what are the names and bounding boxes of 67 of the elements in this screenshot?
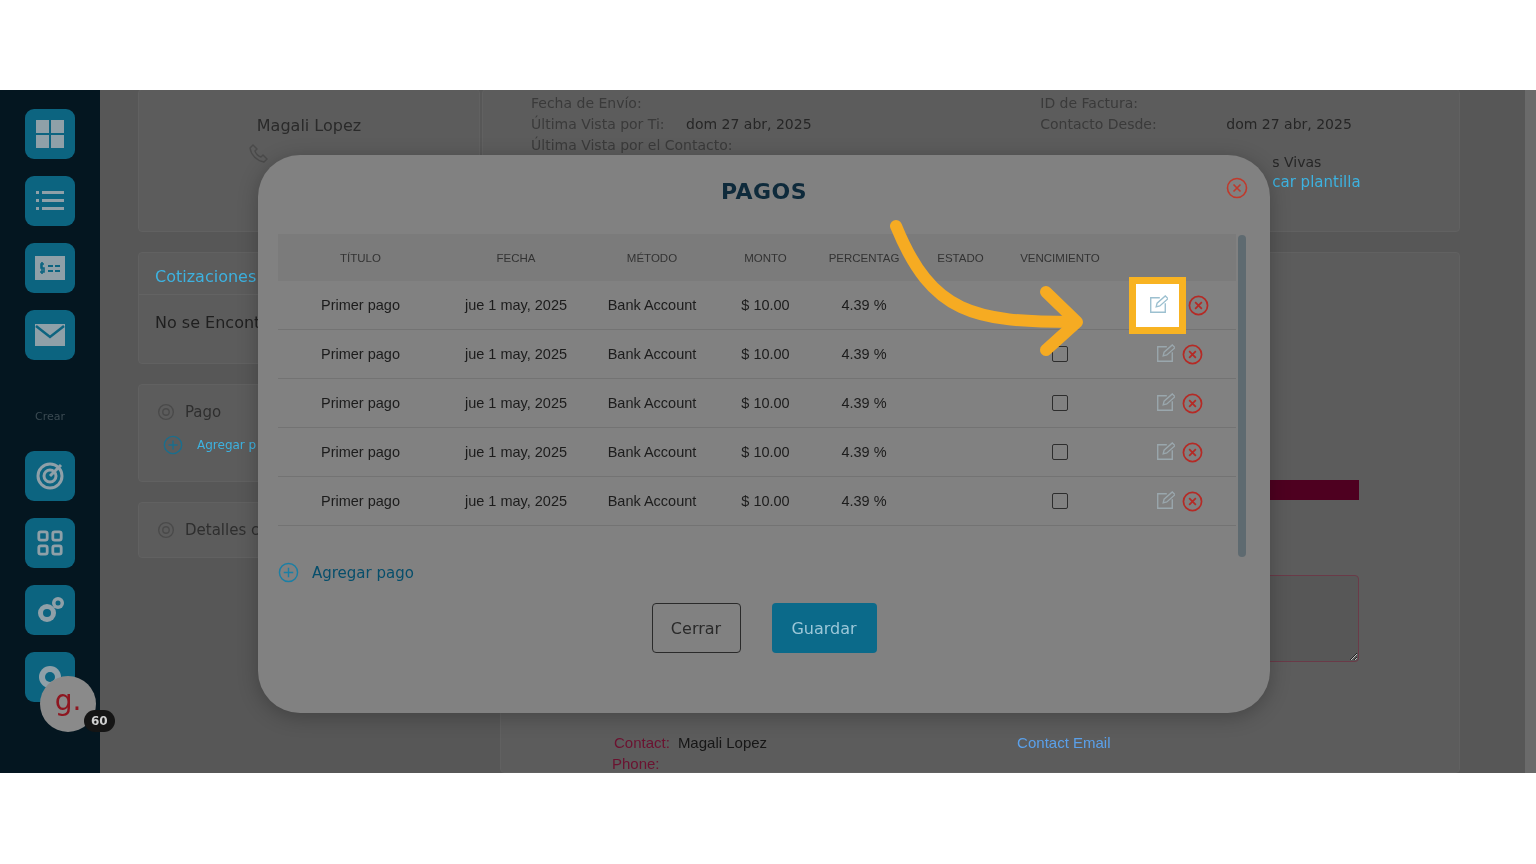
table-cell-text: Bank Account	[606, 346, 698, 362]
column-header: ESTADO	[936, 251, 985, 264]
phone-label: Phone:	[612, 755, 661, 772]
empty-message: No se Encont	[155, 313, 261, 332]
checkbox[interactable]	[1052, 395, 1068, 411]
delete-icon[interactable]	[1181, 490, 1203, 512]
table-scrollbar[interactable]	[1238, 235, 1246, 557]
template-link[interactable]: car plantilla	[1272, 173, 1361, 191]
table-cell-text: 4.39 %	[840, 297, 888, 313]
delete-icon[interactable]	[1181, 441, 1203, 463]
add-circle-icon[interactable]	[163, 435, 183, 455]
mail-icon[interactable]	[25, 310, 75, 360]
delete-icon[interactable]	[1188, 294, 1209, 316]
column-header: FECHA	[495, 251, 537, 264]
column-header: MÉTODO	[625, 251, 679, 264]
dialog-button[interactable]: Cerrar	[651, 603, 741, 653]
page-scrollbar[interactable]	[1525, 90, 1536, 773]
table-cell-text: Primer pago	[320, 395, 401, 411]
delete-icon[interactable]	[1181, 343, 1203, 365]
table-cell-text: jue 1 may, 2025	[463, 493, 569, 509]
column-header: MONTO	[743, 251, 788, 264]
target-icon[interactable]	[25, 451, 75, 501]
table-cell-text: 4.39 %	[840, 444, 888, 460]
table-cell-text: Primer pago	[320, 297, 401, 313]
table-cell-text: Bank Account	[606, 444, 698, 460]
column-header: TÍTULO	[339, 251, 382, 264]
column-header: VENCIMIENTO	[1019, 251, 1101, 264]
add-circle-icon[interactable]	[278, 562, 299, 583]
delete-icon[interactable]	[1181, 392, 1203, 414]
card-title: Cotizaciones	[155, 267, 257, 286]
table-cell-text: $ 10.00	[740, 444, 791, 460]
table-cell-text: jue 1 may, 2025	[463, 346, 569, 362]
invoice-icon[interactable]	[25, 243, 75, 293]
table-cell-text: jue 1 may, 2025	[463, 297, 569, 313]
dashboard-grid-icon[interactable]	[25, 109, 75, 159]
edit-icon[interactable]	[1129, 276, 1186, 334]
table-cell-text: 4.39 %	[840, 395, 888, 411]
checkbox[interactable]	[1052, 444, 1068, 460]
apps-icon[interactable]	[25, 518, 75, 568]
add-payment-link[interactable]: Agregar pago	[312, 563, 414, 582]
table-cell-text: Bank Account	[606, 395, 698, 411]
gears-icon[interactable]	[25, 585, 75, 635]
table-cell-text: Bank Account	[606, 493, 698, 509]
notification-count: 60	[84, 710, 115, 732]
table-cell-text: $ 10.00	[740, 395, 791, 411]
close-icon[interactable]	[1226, 177, 1248, 199]
table-cell-text: Bank Account	[606, 297, 698, 313]
checkbox[interactable]	[1052, 346, 1068, 362]
dialog-title: PAGOS	[720, 179, 808, 204]
add-payment-link[interactable]: Agregar p	[197, 438, 257, 452]
list-icon[interactable]	[25, 176, 75, 226]
checkbox[interactable]	[1052, 493, 1068, 509]
table-cell-text: $ 10.00	[740, 297, 791, 313]
table-cell-text: 4.39 %	[840, 493, 888, 509]
dialog-button[interactable]: Guardar	[771, 603, 877, 653]
column-header: PERCENTAG	[827, 251, 901, 264]
table-cell-text: 4.39 %	[840, 346, 888, 362]
table-cell-text: Primer pago	[320, 444, 401, 460]
table-cell-text: $ 10.00	[740, 493, 791, 509]
table-cell-text: Primer pago	[320, 493, 401, 509]
table-cell-text: Primer pago	[320, 346, 401, 362]
table-cell-text: jue 1 may, 2025	[463, 444, 569, 460]
contact-label: Contact:	[614, 734, 670, 751]
table-cell-text: jue 1 may, 2025	[463, 395, 569, 411]
table-cell-text: $ 10.00	[740, 346, 791, 362]
email-link[interactable]: Contact Email	[1017, 734, 1111, 751]
contact-value: Magali Lopez	[677, 734, 768, 751]
